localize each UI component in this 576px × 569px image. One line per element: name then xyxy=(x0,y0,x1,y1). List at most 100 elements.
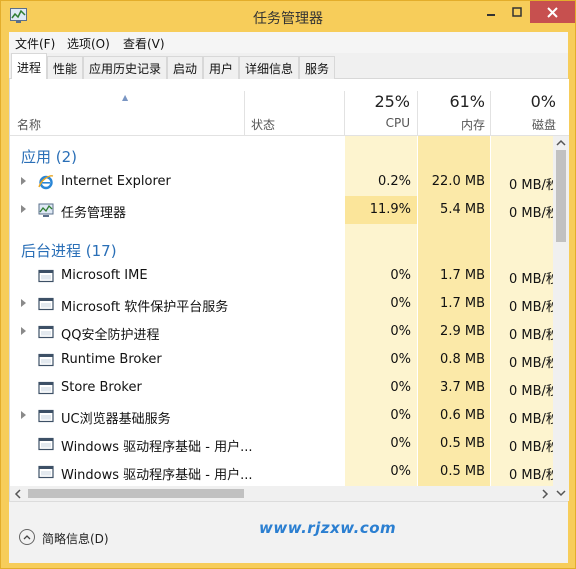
expand-arrow-icon[interactable] xyxy=(21,177,26,185)
footer: 简略信息(D) www.rjzxw.com xyxy=(9,501,568,563)
process-cpu-value: 0% xyxy=(390,380,411,395)
column-header: ▲ 名称 状态 25% CPU 61% 内存 0% 磁盘 xyxy=(10,79,569,136)
process-row[interactable]: QQ安全防护进程 0% 2.9 MB 0 MB/秒 xyxy=(10,318,559,346)
expand-arrow-icon[interactable] xyxy=(21,327,26,335)
tab-performance[interactable]: 性能 xyxy=(47,56,83,79)
watermark-text: www.rjzxw.com xyxy=(259,519,397,537)
process-name: 任务管理器 xyxy=(61,206,127,221)
process-row[interactable]: UC浏览器基础服务 0% 0.6 MB 0 MB/秒 xyxy=(10,402,559,430)
process-cpu-value: 0% xyxy=(390,268,411,283)
tab-bar: 进程 性能 应用历史记录 启动 用户 详细信息 服务 xyxy=(9,53,568,80)
process-name: Microsoft 软件保护平台服务 xyxy=(61,300,229,315)
close-icon xyxy=(547,6,558,18)
sort-ascending-icon: ▲ xyxy=(122,93,129,102)
process-row[interactable]: Internet Explorer 0.2% 22.0 MB 0 MB/秒 xyxy=(10,168,559,196)
process-memory-value: 0.5 MB xyxy=(440,436,485,451)
process-name: Runtime Broker xyxy=(61,352,162,367)
process-icon xyxy=(38,465,54,479)
process-memory-value: 1.7 MB xyxy=(440,296,485,311)
vertical-scroll-thumb[interactable] xyxy=(556,150,566,242)
menu-options[interactable]: 选项(O) xyxy=(67,35,110,52)
ie-icon xyxy=(38,175,54,190)
process-memory-value: 1.7 MB xyxy=(440,268,485,283)
process-name: Windows 驱动程序基础 - 用户... xyxy=(61,468,253,483)
process-cpu-value: 11.9% xyxy=(369,202,411,217)
process-row[interactable]: 任务管理器 11.9% 5.4 MB 0 MB/秒 xyxy=(10,196,559,224)
process-row[interactable]: Windows 驱动程序基础 - 用户... 0% 0.5 MB 0 MB/秒 xyxy=(10,430,559,458)
process-row[interactable]: Runtime Broker 0% 0.8 MB 0 MB/秒 xyxy=(10,346,559,374)
process-icon xyxy=(38,325,54,339)
vertical-scrollbar[interactable] xyxy=(553,136,569,486)
process-row[interactable]: Microsoft IME 0% 1.7 MB 0 MB/秒 xyxy=(10,262,559,290)
process-icon xyxy=(38,381,54,395)
process-name: QQ安全防护进程 xyxy=(61,328,160,343)
client-area: 文件(F) 选项(O) 查看(V) 进程 性能 应用历史记录 启动 用户 详细信… xyxy=(9,32,569,563)
group-apps-title: 应用 (2) xyxy=(21,148,78,166)
process-memory-value: 0.8 MB xyxy=(440,352,485,367)
tab-startup[interactable]: 启动 xyxy=(167,56,203,79)
menu-view[interactable]: 查看(V) xyxy=(123,35,165,52)
menu-bar: 文件(F) 选项(O) 查看(V) xyxy=(9,32,568,53)
disk-total-percent: 0% xyxy=(530,92,556,111)
cpu-total-percent: 25% xyxy=(374,92,410,111)
process-memory-value: 3.7 MB xyxy=(440,380,485,395)
column-name-header[interactable]: 名称 xyxy=(17,116,41,133)
scroll-left-icon[interactable] xyxy=(14,489,22,499)
expand-arrow-icon[interactable] xyxy=(21,411,26,419)
process-icon xyxy=(38,409,54,423)
fewer-details-icon[interactable] xyxy=(19,529,35,545)
column-disk-header[interactable]: 磁盘 xyxy=(490,116,556,133)
horizontal-scroll-thumb[interactable] xyxy=(28,489,244,498)
group-apps[interactable]: 应用 (2) xyxy=(10,140,553,168)
scroll-right-icon[interactable] xyxy=(541,489,549,499)
process-cpu-value: 0% xyxy=(390,464,411,479)
process-name: UC浏览器基础服务 xyxy=(61,412,171,427)
column-memory-header[interactable]: 内存 xyxy=(417,116,485,133)
process-cpu-value: 0% xyxy=(390,296,411,311)
process-row[interactable]: Windows 驱动程序基础 - 用户... 0% 0.5 MB 0 MB/秒 xyxy=(10,458,559,486)
process-row[interactable]: Microsoft 软件保护平台服务 0% 1.7 MB 0 MB/秒 xyxy=(10,290,559,318)
tab-app-history[interactable]: 应用历史记录 xyxy=(83,56,167,79)
fewer-details-link[interactable]: 简略信息(D) xyxy=(42,530,109,547)
minimize-icon xyxy=(487,14,495,16)
task-manager-icon xyxy=(38,203,54,217)
process-name: Windows 驱动程序基础 - 用户... xyxy=(61,440,253,455)
process-icon xyxy=(38,297,54,311)
process-list-panel: ▲ 名称 状态 25% CPU 61% 内存 0% 磁盘 应用 (2) Inte… xyxy=(9,79,569,501)
process-cpu-value: 0% xyxy=(390,352,411,367)
process-name: Store Broker xyxy=(61,380,142,395)
process-cpu-value: 0.2% xyxy=(377,174,411,189)
tab-users[interactable]: 用户 xyxy=(203,56,239,79)
tab-processes[interactable]: 进程 xyxy=(11,53,47,80)
column-cpu-header[interactable]: CPU xyxy=(344,116,410,130)
scroll-down-icon[interactable] xyxy=(556,489,566,497)
maximize-button[interactable] xyxy=(504,1,530,23)
expand-arrow-icon[interactable] xyxy=(21,205,26,213)
process-icon xyxy=(38,269,54,283)
group-background[interactable]: 后台进程 (17) xyxy=(10,234,553,262)
column-divider[interactable] xyxy=(244,91,245,136)
process-cpu-value: 0% xyxy=(390,436,411,451)
maximize-icon xyxy=(512,7,522,17)
tab-services[interactable]: 服务 xyxy=(299,56,335,79)
process-cpu-value: 0% xyxy=(390,408,411,423)
minimize-button[interactable] xyxy=(478,1,504,23)
expand-arrow-icon[interactable] xyxy=(21,299,26,307)
task-manager-window: 任务管理器 文件(F) 选项(O) 查看(V) 进程 性能 应用历史记录 启动 … xyxy=(0,0,576,569)
tab-details[interactable]: 详细信息 xyxy=(239,56,299,79)
process-memory-value: 0.5 MB xyxy=(440,464,485,479)
process-memory-value: 0.6 MB xyxy=(440,408,485,423)
process-icon xyxy=(38,437,54,451)
horizontal-scrollbar[interactable] xyxy=(10,486,569,501)
process-row[interactable]: Store Broker 0% 3.7 MB 0 MB/秒 xyxy=(10,374,559,402)
process-name: Microsoft IME xyxy=(61,268,148,283)
process-icon xyxy=(38,353,54,367)
menu-file[interactable]: 文件(F) xyxy=(15,35,55,52)
close-button[interactable] xyxy=(530,1,575,23)
group-background-title: 后台进程 (17) xyxy=(21,242,117,260)
process-memory-value: 22.0 MB xyxy=(431,174,485,189)
title-bar[interactable]: 任务管理器 xyxy=(1,1,575,31)
scroll-up-icon[interactable] xyxy=(556,139,566,147)
column-status-header[interactable]: 状态 xyxy=(251,116,275,133)
process-name: Internet Explorer xyxy=(61,174,171,189)
